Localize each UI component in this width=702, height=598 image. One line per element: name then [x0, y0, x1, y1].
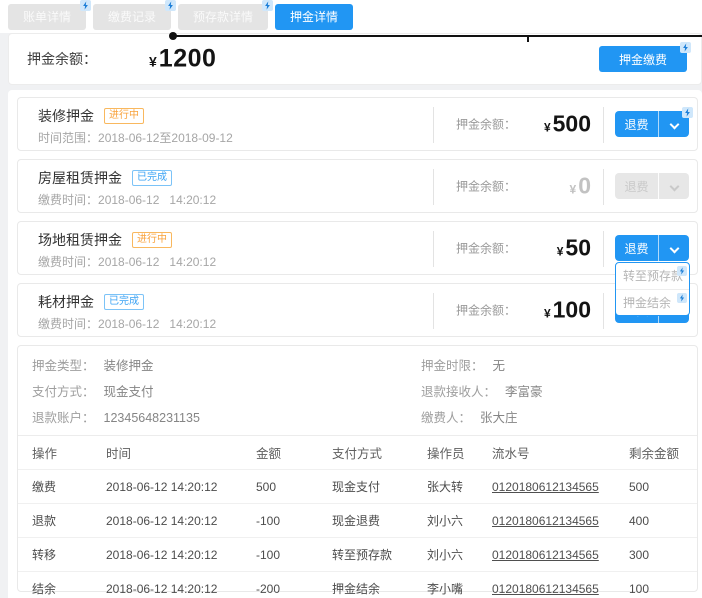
tab-prepaid-detail[interactable]: 预存款详情 — [178, 4, 268, 30]
table-row: 退款 2018-06-12 14:20:12 -100 现金退费 刘小六 012… — [18, 503, 697, 537]
deposit-balance-header: 押金余额： ¥1200 押金缴费 — [8, 33, 702, 85]
chevron-down-icon — [669, 244, 679, 254]
table-row: 结余 2018-06-12 14:20:12 -200 押金结余 李小嘴 012… — [18, 571, 697, 598]
field-deposit-type: 押金类型：装修押金 — [32, 358, 421, 375]
divider — [603, 293, 604, 329]
table-header: 操作 时间 金额 支付方式 操作员 流水号 剩余金额 — [18, 435, 697, 469]
annotation-tick — [527, 37, 529, 42]
field-payer: 缴费人：张大庄 — [421, 410, 697, 427]
divider — [603, 107, 604, 143]
card-title: 房屋租赁押金 — [38, 168, 122, 188]
tab-label: 预存款详情 — [193, 10, 253, 24]
deposit-detail-section: 押金类型：装修押金 押金时限：无 支付方式：现金支付 退款接收人：李富豪 退款账… — [17, 345, 698, 592]
tab-deposit-detail[interactable]: 押金详情 — [275, 4, 353, 30]
divider — [433, 107, 434, 143]
currency-symbol: ¥ — [570, 183, 577, 197]
divider — [433, 293, 434, 329]
main-panel: 装修押金 进行中 时间范围：2018-06-12至2018-09-12 押金余额… — [8, 90, 702, 598]
deposit-card-consumables: 耗材押金 已完成 缴费时间：2018-06-12 14:20:12 押金余额： … — [17, 283, 698, 337]
field-refund-recipient: 退款接收人：李富豪 — [421, 384, 697, 401]
field-payment-method: 支付方式：现金支付 — [32, 384, 421, 401]
card-title: 场地租赁押金 — [38, 230, 122, 250]
col-time: 时间 — [106, 443, 256, 462]
currency-symbol: ¥ — [544, 121, 551, 135]
col-amount: 金额 — [256, 443, 332, 462]
chevron-down-icon — [669, 120, 679, 130]
refund-button-group: 退费 — [615, 235, 689, 261]
currency-symbol: ¥ — [557, 245, 564, 259]
chevron-down-icon — [669, 182, 679, 192]
serial-number-link[interactable]: 0120180612134565 — [492, 548, 599, 562]
refund-dropdown-menu: 转至预存款 押金结余 — [615, 262, 690, 316]
divider — [603, 169, 604, 205]
refund-button-group: 退费 — [615, 111, 689, 137]
tab-payment-records[interactable]: 缴费记录 — [93, 4, 171, 30]
refund-button-group-disabled: 退费 — [615, 173, 689, 199]
balance-label: 押金余额： — [27, 49, 97, 69]
flash-icon — [680, 42, 691, 53]
field-refund-account: 退款账户：12345648231135 — [32, 410, 421, 427]
col-remaining: 剩余金额 — [629, 443, 697, 462]
status-badge: 已完成 — [104, 294, 144, 310]
refund-dropdown-toggle[interactable] — [658, 235, 689, 261]
col-operator: 操作员 — [427, 443, 492, 462]
currency-symbol: ¥ — [149, 54, 157, 70]
deposit-card-site-rental: 场地租赁押金 进行中 缴费时间：2018-06-12 14:20:12 押金余额… — [17, 221, 698, 275]
divider — [603, 231, 604, 267]
card-title: 装修押金 — [38, 106, 94, 126]
tab-label: 缴费记录 — [108, 10, 156, 24]
status-badge: 进行中 — [104, 108, 144, 124]
flash-icon — [262, 0, 273, 11]
annotation-line — [173, 35, 702, 37]
flash-icon — [677, 266, 687, 276]
flash-icon — [165, 0, 176, 11]
flash-icon — [677, 293, 687, 303]
refund-button: 退费 — [615, 173, 658, 199]
refund-button[interactable]: 退费 — [615, 111, 658, 137]
flash-icon — [682, 107, 693, 118]
serial-number-link[interactable]: 0120180612134565 — [492, 514, 599, 528]
refund-dropdown-toggle[interactable] — [658, 111, 689, 137]
col-serial-number: 流水号 — [492, 443, 629, 462]
tab-label: 账单详情 — [23, 10, 71, 24]
card-title: 耗材押金 — [38, 292, 94, 312]
col-payment-method: 支付方式 — [332, 443, 427, 462]
refund-dropdown-toggle — [658, 173, 689, 199]
menu-item-transfer-to-prepaid[interactable]: 转至预存款 — [616, 263, 689, 289]
card-balance-value: ¥0 — [498, 173, 591, 200]
status-badge: 已完成 — [132, 170, 172, 186]
deposit-detail-page: 账单详情 缴费记录 预存款详情 押金详情 押金余额： ¥1200 押金缴费 — [0, 0, 702, 598]
tab-bar: 账单详情 缴费记录 预存款详情 押金详情 — [0, 0, 702, 33]
refund-button[interactable]: 退费 — [615, 235, 658, 261]
tab-bill-detail[interactable]: 账单详情 — [8, 4, 86, 30]
card-time: 缴费时间：2018-06-12 14:20:12 — [38, 315, 216, 332]
card-time: 时间范围：2018-06-12至2018-09-12 — [38, 129, 233, 146]
balance-value: ¥1200 — [149, 45, 216, 74]
menu-item-deposit-settlement[interactable]: 押金结余 — [616, 289, 689, 315]
tab-label: 押金详情 — [290, 10, 338, 24]
flash-icon — [80, 0, 91, 11]
currency-symbol: ¥ — [544, 307, 551, 321]
deposit-pay-button[interactable]: 押金缴费 — [599, 46, 687, 72]
deposit-card-renovation: 装修押金 进行中 时间范围：2018-06-12至2018-09-12 押金余额… — [17, 97, 698, 151]
deposit-card-house-rental: 房屋租赁押金 已完成 缴费时间：2018-06-12 14:20:12 押金余额… — [17, 159, 698, 213]
card-balance-value: ¥500 — [498, 111, 591, 138]
card-balance-value: ¥50 — [498, 235, 591, 262]
divider — [433, 169, 434, 205]
status-badge: 进行中 — [132, 232, 172, 248]
table-row: 转移 2018-06-12 14:20:12 -100 转至预存款 刘小六 01… — [18, 537, 697, 571]
table-row: 缴费 2018-06-12 14:20:12 500 现金支付 张大转 0120… — [18, 469, 697, 503]
deposit-fields: 押金类型：装修押金 押金时限：无 支付方式：现金支付 退款接收人：李富豪 退款账… — [18, 346, 697, 435]
card-time: 缴费时间：2018-06-12 14:20:12 — [38, 253, 216, 270]
col-operation: 操作 — [32, 443, 106, 462]
serial-number-link[interactable]: 0120180612134565 — [492, 480, 599, 494]
card-balance-value: ¥100 — [498, 297, 591, 324]
card-time: 缴费时间：2018-06-12 14:20:12 — [38, 191, 216, 208]
field-deposit-term: 押金时限：无 — [421, 358, 697, 375]
divider — [433, 231, 434, 267]
serial-number-link[interactable]: 0120180612134565 — [492, 582, 599, 596]
